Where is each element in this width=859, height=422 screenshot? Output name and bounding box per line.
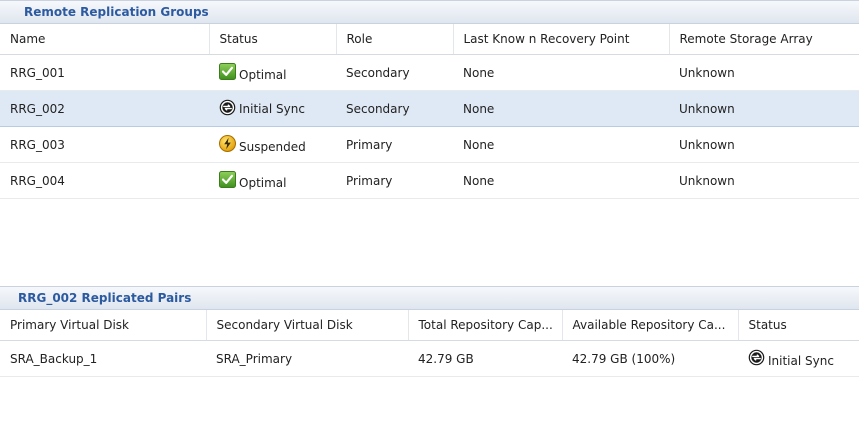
table-row-selected[interactable]: RRG_002 Initial Sync Secondary None Unkn… <box>0 90 859 127</box>
pairs-header-row: Primary Virtual Disk Secondary Virtual D… <box>0 310 859 341</box>
cell-primary-disk: SRA_Backup_1 <box>0 340 206 377</box>
pairs-panel-title: RRG_002 Replicated Pairs <box>0 286 859 310</box>
cell-available-capacity: 42.79 GB (100%) <box>562 340 738 377</box>
status-label: Initial Sync <box>239 101 305 116</box>
column-header-status[interactable]: Status <box>209 24 337 55</box>
table-row[interactable]: RRG_001 Optimal Secondary None Unknown <box>0 54 859 91</box>
column-header-pair-status[interactable]: Status <box>738 310 859 341</box>
remote-replication-groups-panel: Remote Replication Groups Name Status Ro… <box>0 0 859 287</box>
status-indicator: Initial Sync <box>748 349 834 368</box>
cell-total-capacity: 42.79 GB <box>408 340 562 377</box>
cell-remote-array: Unknown <box>669 90 859 127</box>
status-indicator: Optimal <box>219 171 287 190</box>
sync-icon <box>748 349 765 366</box>
status-label: Optimal <box>239 67 287 82</box>
rrg-header-row: Name Status Role Last Know n Recovery Po… <box>0 24 859 55</box>
status-label: Initial Sync <box>768 353 834 368</box>
table-row[interactable]: SRA_Backup_1 SRA_Primary 42.79 GB 42.79 … <box>0 340 859 377</box>
cell-remote-array: Unknown <box>669 54 859 91</box>
status-indicator: Initial Sync <box>219 99 305 116</box>
cell-name: RRG_001 <box>0 54 209 91</box>
cell-recovery-point: None <box>453 126 669 163</box>
status-indicator: Suspended <box>219 135 306 154</box>
pairs-table: Primary Virtual Disk Secondary Virtual D… <box>0 310 859 377</box>
cell-pair-status: Initial Sync <box>738 340 859 377</box>
column-header-available-capacity[interactable]: Available Repository Ca... <box>562 310 739 341</box>
cell-role: Secondary <box>336 54 453 91</box>
cell-secondary-disk: SRA_Primary <box>206 340 408 377</box>
replicated-pairs-panel: RRG_002 Replicated Pairs Primary Virtual… <box>0 286 859 422</box>
check-icon <box>219 63 236 80</box>
cell-remote-array: Unknown <box>669 162 859 199</box>
cell-role: Primary <box>336 126 453 163</box>
suspended-icon <box>219 135 236 152</box>
table-row[interactable]: RRG_004 Optimal Primary None Unknown <box>0 162 859 199</box>
status-label: Suspended <box>239 139 306 154</box>
rrg-panel-title: Remote Replication Groups <box>0 0 859 24</box>
cell-recovery-point: None <box>453 54 669 91</box>
cell-name: RRG_004 <box>0 162 209 199</box>
column-header-recovery-point[interactable]: Last Know n Recovery Point <box>453 24 670 55</box>
cell-status: Suspended <box>209 126 336 163</box>
status-label: Optimal <box>239 175 287 190</box>
check-icon <box>219 171 236 188</box>
cell-remote-array: Unknown <box>669 126 859 163</box>
column-header-primary-disk[interactable]: Primary Virtual Disk <box>0 310 207 341</box>
column-header-remote-array[interactable]: Remote Storage Array <box>669 24 859 55</box>
cell-role: Primary <box>336 162 453 199</box>
rrg-table: Name Status Role Last Know n Recovery Po… <box>0 24 859 199</box>
column-header-total-capacity[interactable]: Total Repository Cap... <box>408 310 563 341</box>
cell-recovery-point: None <box>453 162 669 199</box>
column-header-name[interactable]: Name <box>0 24 210 55</box>
cell-recovery-point: None <box>453 90 669 127</box>
cell-status: Initial Sync <box>209 90 336 127</box>
cell-name: RRG_002 <box>0 90 209 127</box>
status-indicator: Optimal <box>219 63 287 82</box>
cell-status: Optimal <box>209 162 336 199</box>
sync-icon <box>219 99 236 116</box>
column-header-role[interactable]: Role <box>336 24 454 55</box>
table-row[interactable]: RRG_003 Suspended Primary None Unknown <box>0 126 859 163</box>
column-header-secondary-disk[interactable]: Secondary Virtual Disk <box>206 310 409 341</box>
cell-status: Optimal <box>209 54 336 91</box>
cell-name: RRG_003 <box>0 126 209 163</box>
cell-role: Secondary <box>336 90 453 127</box>
